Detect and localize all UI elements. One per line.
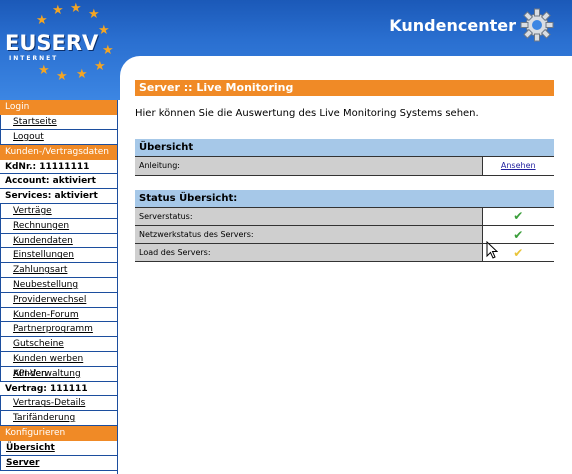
star-icon: ★ [88,7,100,22]
star-icon: ★ [56,69,68,84]
intro-text: Hier können Sie die Auswertung des Live … [135,108,479,119]
sidebar-item-rechnungen[interactable]: Rechnungen [0,218,117,234]
sidebar-item-server[interactable]: Server [0,455,117,471]
mouse-cursor-icon [486,241,498,259]
sidebar-item-tarifaenderung[interactable]: Tarifänderung [0,411,117,426]
check-icon: ✔ [513,227,524,242]
sidebar: Login Startseite Logout Kunden-/Vertrags… [0,100,118,474]
logo-subtext: INTERNET [9,55,59,62]
sidebar-item-api-verwaltung[interactable]: API-Verwaltung [0,366,117,382]
star-icon: ★ [36,13,48,28]
sidebar-head-login: Login [0,100,117,115]
table-row: Serverstatus: ✔ [135,207,554,226]
server-status-cell: ✔ [482,207,554,226]
page-title: Server :: Live Monitoring [135,80,554,96]
server-load-label: Load des Servers: [135,243,483,262]
star-icon: ★ [98,23,110,38]
sidebar-item-einstellungen[interactable]: Einstellungen [0,248,117,264]
server-status-label: Serverstatus: [135,207,483,226]
star-icon: ★ [70,1,82,16]
page-header-title: Kundencenter [389,16,516,35]
star-icon: ★ [102,43,114,58]
network-status-label: Netzwerkstatus des Servers: [135,225,483,244]
sidebar-item-gutscheine[interactable]: Gutscheine [0,337,117,352]
services-status: Services: aktiviert [0,189,117,204]
euserv-logo[interactable]: ★ ★ ★ ★ ★ ★ ★ ★ ★ ★ EUSERV INTERNET [0,0,118,100]
sidebar-item-providerwechsel[interactable]: Providerwechsel [0,292,117,308]
main-content: Server :: Live Monitoring Hier können Si… [135,80,554,262]
star-icon: ★ [76,67,88,82]
overview-section: Übersicht Anleitung: Ansehen [135,139,554,176]
table-row: Anleitung: Ansehen [135,157,554,176]
sidebar-item-startseite[interactable]: Startseite [0,115,117,130]
ansehen-link[interactable]: Ansehen [501,161,536,170]
anleitung-cell: Ansehen [482,157,554,176]
sidebar-item-kunden-werben-kunden[interactable]: Kunden werben Kunden [0,351,117,379]
anleitung-label: Anleitung: [135,157,483,176]
status-heading: Status Übersicht: [135,189,554,208]
sidebar-item-vertraege[interactable]: Verträge [0,203,117,219]
sidebar-item-neubestellung[interactable]: Neubestellung [0,277,117,293]
star-icon: ★ [52,3,64,18]
sidebar-item-vertrags-details[interactable]: Vertrags-Details [0,396,117,412]
logo-text: EUSERV [5,31,99,55]
sidebar-item-zahlungsart[interactable]: Zahlungsart [0,263,117,278]
account-status: Account: aktiviert [0,174,117,190]
gear-icon [520,8,554,42]
customer-number: KdNr.: 11111111 [0,160,117,175]
star-icon: ★ [38,63,50,78]
sidebar-item-uebersicht[interactable]: Übersicht [0,440,117,456]
overview-table: Anleitung: Ansehen [135,157,554,176]
sidebar-head-kunden: Kunden-/Vertragsdaten [0,144,117,160]
sidebar-item-kundendaten[interactable]: Kundendaten [0,233,117,249]
overview-heading: Übersicht [135,139,554,157]
sidebar-item-partnerprogramm[interactable]: Partnerprogramm [0,322,117,338]
sidebar-item-logout[interactable]: Logout [0,129,117,145]
check-icon: ✔ [513,209,524,224]
star-icon: ★ [94,59,106,74]
contract-number: Vertrag: 111111 [0,382,117,397]
sidebar-item-kunden-forum[interactable]: Kunden-Forum [0,307,117,323]
sidebar-head-konfigurieren: Konfigurieren [0,425,117,441]
check-icon: ✔ [513,245,524,260]
